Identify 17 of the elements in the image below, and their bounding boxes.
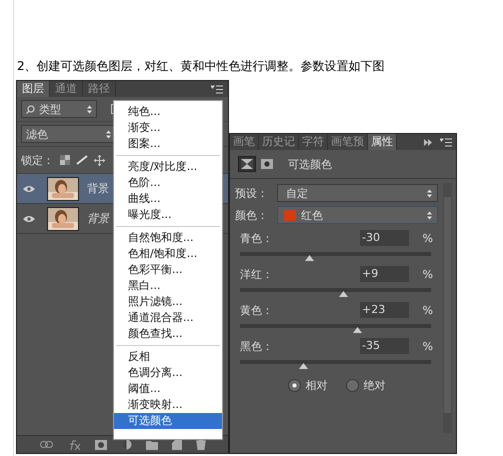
preset-label: 预设： bbox=[235, 186, 269, 200]
color-label: 颜色： bbox=[235, 208, 269, 222]
slider-label: 黑色： bbox=[240, 338, 274, 354]
unit-label: % bbox=[422, 340, 433, 352]
lock-label: 锁定： bbox=[21, 152, 54, 168]
article-heading: 2、创建可选颜色图层，对红、黄和中性色进行调整。参数设置如下图 bbox=[17, 58, 385, 75]
slider-label: 洋红： bbox=[240, 266, 274, 282]
slider-label: 青色： bbox=[240, 230, 274, 246]
unit-label: % bbox=[422, 268, 433, 280]
unit-label: % bbox=[422, 304, 433, 316]
radio-label: 绝对 bbox=[364, 378, 386, 393]
radio-label: 相对 bbox=[306, 378, 328, 393]
unit-label: % bbox=[422, 232, 433, 244]
slider-label: 黄色： bbox=[240, 302, 274, 318]
layer-name: 背景 bbox=[87, 211, 109, 226]
panel-title: 可选颜色 bbox=[288, 156, 332, 172]
layer-name: 背景 bbox=[87, 181, 109, 196]
